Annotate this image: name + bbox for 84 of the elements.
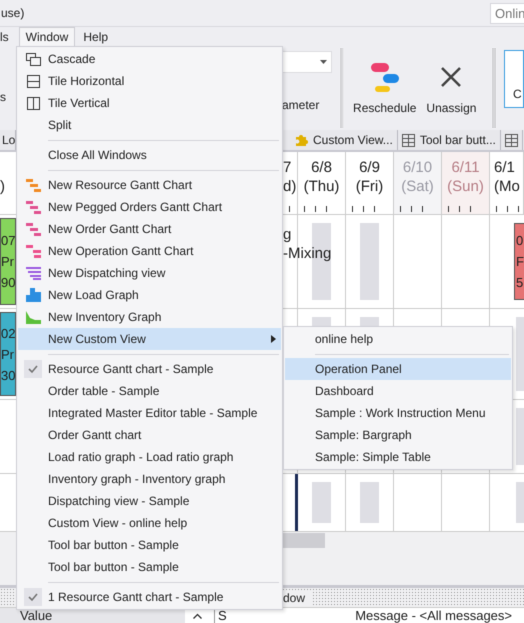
menu-item[interactable]: Load ratio graph - Load ratio graph <box>18 446 281 468</box>
tile-horizontal-icon <box>26 74 40 88</box>
unassign-button[interactable]: Unassign <box>424 46 478 130</box>
gantt-bar[interactable]: 02 Pr 30 <box>0 312 16 396</box>
load-graph-icon <box>26 288 40 302</box>
grid-icon <box>402 134 415 146</box>
bar-label: 0 <box>516 232 524 249</box>
date-label: ) <box>0 178 6 194</box>
bar-label: 90 <box>1 274 15 291</box>
reschedule-button[interactable]: Reschedule <box>351 46 418 130</box>
caret-icon <box>320 60 327 64</box>
message-filter[interactable]: Message - <All messages> <box>355 608 512 623</box>
dropdown-field[interactable] <box>282 51 332 73</box>
menu-item[interactable]: Split <box>18 114 281 136</box>
menu-item[interactable]: Tool bar button - Sample <box>18 534 281 556</box>
gantt-icon <box>26 178 40 192</box>
menu-item[interactable]: New Order Gantt Chart <box>18 218 281 240</box>
menu-item[interactable]: ls <box>0 27 17 46</box>
menu-item[interactable]: Sample : Work Instruction Menu <box>285 402 511 424</box>
pills-icon <box>368 61 401 93</box>
grid-icon <box>504 134 518 146</box>
cascade-icon <box>26 52 40 66</box>
puzzle-icon <box>294 133 308 147</box>
menu-item[interactable]: Dashboard <box>285 380 511 402</box>
gantt-icon <box>26 222 40 236</box>
bar-label: Pr <box>1 253 15 270</box>
date-header: 6/11 (Sun) <box>442 152 490 214</box>
menu-item[interactable]: Tile Horizontal <box>18 70 281 92</box>
bar-label: 02 <box>1 324 15 342</box>
document-tab[interactable]: Custom View... <box>290 130 398 150</box>
menu-item[interactable]: Tile Vertical <box>18 92 281 114</box>
menu-item[interactable]: Sample: Bargraph <box>285 424 511 446</box>
menu-item[interactable]: New Load Graph <box>18 284 281 306</box>
gantt-icon <box>26 244 40 258</box>
calendar-block <box>360 482 379 523</box>
menu-item[interactable]: Inventory graph - Inventory graph <box>18 468 281 490</box>
menu-item[interactable]: New Resource Gantt Chart <box>18 174 281 196</box>
menu-item[interactable]: Operation Panel <box>285 358 511 380</box>
toolbar-label: s <box>0 90 6 104</box>
bar-label: Pr <box>1 346 15 362</box>
menu-item[interactable]: New Pegged Orders Gantt Chart <box>18 196 281 218</box>
date-header: 6/1 (Mo <box>490 152 524 214</box>
tile-vertical-icon <box>26 96 40 110</box>
menu-item[interactable]: 1 Resource Gantt chart - Sample <box>18 586 281 608</box>
menu-item[interactable]: Window <box>18 27 76 46</box>
menu-item[interactable]: Custom View - online help <box>18 512 281 534</box>
menu-item[interactable]: Help <box>75 27 116 46</box>
menu-item[interactable]: Cascade <box>18 48 281 70</box>
menu-item[interactable]: Sample: Simple Table <box>285 446 511 468</box>
menu-item[interactable]: Dispatching view - Sample <box>18 490 281 512</box>
menu-item[interactable]: New Custom View <box>18 328 281 350</box>
menu-item[interactable]: New Inventory Graph <box>18 306 281 328</box>
menu-item[interactable]: Order Gantt chart <box>18 424 281 446</box>
calendar-block <box>516 408 524 465</box>
date-header: 6/8 (Thu) <box>298 152 346 214</box>
menu-item[interactable]: Close All Windows <box>18 144 281 166</box>
caret-up-icon[interactable] <box>193 612 202 618</box>
operation-label: -Mixing <box>283 244 332 263</box>
toolbar-button[interactable]: C <box>504 50 524 108</box>
calendar-block <box>516 482 524 523</box>
menu-item[interactable]: Order table - Sample <box>18 380 281 402</box>
menu-item[interactable]: Integrated Master Editor table - Sample <box>18 402 281 424</box>
document-tab[interactable]: Tool bar butt... <box>398 130 501 150</box>
gantt-icon <box>26 200 40 214</box>
menu-item[interactable]: Resource Gantt chart - Sample <box>18 358 281 380</box>
gantt-bar[interactable]: 07 Pr 90 <box>0 218 16 305</box>
bar-label: 30 <box>1 366 15 384</box>
toolbar-label: ameter <box>282 98 320 112</box>
bar-label: F <box>516 253 524 270</box>
bar-label: 5 <box>516 274 524 291</box>
gantt-bar[interactable]: 0 F 5 <box>514 223 524 300</box>
menu-item[interactable]: online help <box>285 328 511 350</box>
list-icon <box>26 266 40 280</box>
window-title: use) <box>1 6 24 20</box>
panel-title: dow <box>283 590 312 604</box>
menu-item[interactable]: Tool bar button - Sample <box>18 556 281 578</box>
time-marker <box>295 474 298 531</box>
operation-label: g <box>283 225 292 244</box>
scrollbar-thumb[interactable] <box>283 533 325 548</box>
date-header: 6/10 (Sat) <box>394 152 442 214</box>
menu-item[interactable]: New Operation Gantt Chart <box>18 240 281 262</box>
menu-item[interactable]: New Dispatching view <box>18 262 281 284</box>
calendar-block <box>312 482 331 523</box>
bar-label: 07 <box>1 232 15 249</box>
